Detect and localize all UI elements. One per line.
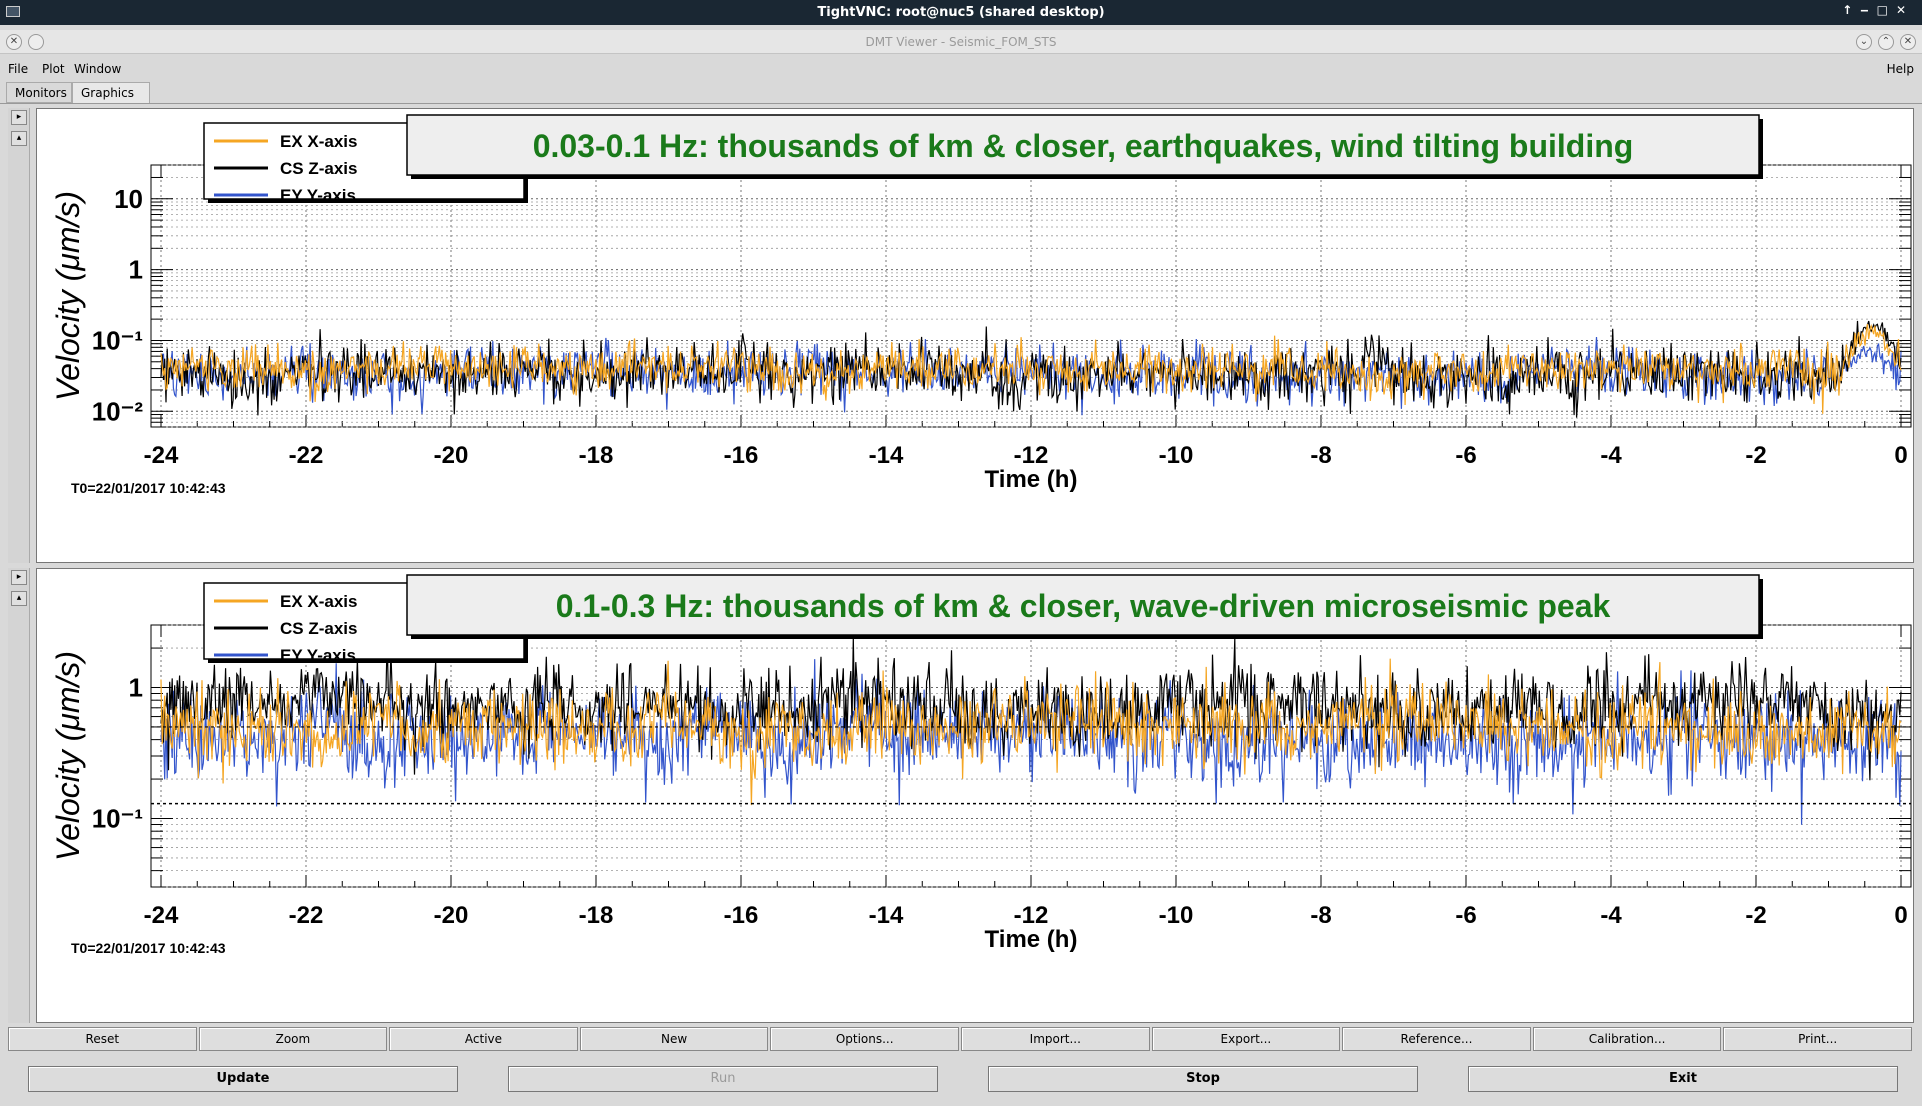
x-tick-label: -16 [724, 902, 759, 929]
x-tick-label: -24 [144, 442, 179, 469]
print-button[interactable]: Print... [1723, 1027, 1912, 1051]
x-tick-label: -8 [1310, 902, 1331, 929]
tab-monitors[interactable]: Monitors [6, 82, 72, 103]
y-tick-label: 10 [114, 184, 143, 214]
menu-window[interactable]: Window [74, 62, 121, 76]
x-axis-label: Time (h) [985, 466, 1078, 493]
plot-2-layer: -24 -22 -20 -18 -16 -14 -12 -10 -8 -6 -4 -2 0110⁻¹EX… [50, 574, 1912, 956]
update-button[interactable]: Update [28, 1066, 458, 1092]
exit-button[interactable]: Exit [1468, 1066, 1898, 1092]
x-tick-label: -6 [1455, 902, 1476, 929]
legend-label: CS Z-axis [280, 619, 357, 638]
x-tick-label: -6 [1455, 442, 1476, 469]
minimize-icon[interactable]: ⌄ [1856, 34, 1872, 50]
legend-label: EY Y-axis [280, 646, 356, 665]
pad-expand-button-2[interactable]: ▸ [11, 570, 27, 585]
y-axis-label: Velocity (μm/s) [50, 651, 86, 861]
pad-selector-strip-2 [8, 568, 30, 1023]
pad-collapse-button-2[interactable]: ▴ [11, 591, 27, 606]
vnc-titlebar: TightVNC: root@nuc5 (shared desktop) ↑‒□… [0, 0, 1922, 25]
plot-title: 0.1-0.3 Hz: thousands of km & closer, wa… [556, 588, 1611, 624]
import-button[interactable]: Import... [961, 1027, 1150, 1051]
x-tick-label: -22 [289, 442, 324, 469]
menu-help[interactable]: Help [1887, 62, 1914, 76]
new-button[interactable]: New [579, 1027, 769, 1051]
y-tick-label: 10⁻¹ [92, 804, 143, 834]
legend-label: EX X-axis [280, 592, 358, 611]
x-tick-label: -14 [869, 442, 904, 469]
menu-plot[interactable]: Plot [42, 62, 65, 76]
reference-button[interactable]: Reference... [1342, 1027, 1531, 1051]
x-tick-label: -10 [1159, 902, 1194, 929]
window-controls[interactable]: ↑‒□✕ [1842, 3, 1914, 17]
t0-label: T0=22/01/2017 10:42:43 [71, 940, 226, 956]
close-window-icon[interactable]: ✕ [1900, 34, 1916, 50]
app-titlebar: ✕ DMT Viewer - Seismic_FOM_STS ⌄ ⌃ ✕ [0, 30, 1922, 54]
x-tick-label: -10 [1159, 442, 1194, 469]
x-tick-label: -16 [724, 442, 759, 469]
pad-collapse-button-1[interactable]: ▴ [11, 131, 27, 146]
plot-pad-2[interactable]: -24 -22 -20 -18 -16 -14 -12 -10 -8 -6 -4 -2 0 1 10⁻¹ EX… [36, 568, 1914, 1023]
app-window-title: DMT Viewer - Seismic_FOM_STS [865, 35, 1057, 49]
t0-label: T0=22/01/2017 10:42:43 [71, 480, 226, 496]
y-tick-label: 1 [129, 673, 143, 703]
export-button[interactable]: Export... [1151, 1027, 1341, 1051]
x-tick-label: -4 [1600, 442, 1622, 469]
stop-button[interactable]: Stop [988, 1066, 1418, 1092]
x-tick-label: -8 [1310, 442, 1331, 469]
vnc-window-title: TightVNC: root@nuc5 (shared desktop) [817, 5, 1105, 20]
x-tick-label: 0 [1894, 902, 1907, 929]
x-tick-label: -14 [869, 902, 904, 929]
tab-graphics[interactable]: Graphics [72, 82, 150, 103]
plot-pad-1[interactable]: -24 -22 -20 -18 -16 -14 -12 -10 -8 -6 -4 -2 0 10 1 10⁻¹… [36, 108, 1914, 563]
y-tick-label: 10⁻¹ [92, 325, 143, 355]
menubar: File Plot Window Help [0, 58, 1922, 80]
reset-button[interactable]: Reset [8, 1027, 197, 1051]
zoom-button[interactable]: Zoom [198, 1027, 388, 1051]
toolbar-row: Reset Zoom Active New Options... Import... Exp… [8, 1027, 1914, 1051]
x-tick-label: -4 [1600, 902, 1622, 929]
x-tick-label: -20 [434, 902, 469, 929]
x-tick-label: -18 [579, 902, 614, 929]
x-tick-label: -20 [434, 442, 469, 469]
legend-label: CS Z-axis [280, 159, 357, 178]
y-axis-label: Velocity (μm/s) [50, 191, 86, 401]
calibration-button[interactable]: Calibration... [1532, 1027, 1722, 1051]
pad-expand-button-1[interactable]: ▸ [11, 110, 27, 125]
legend-label: EY Y-axis [280, 186, 356, 205]
control-row: Update Run Stop Exit [0, 1066, 1922, 1092]
x-axis-label: Time (h) [985, 926, 1078, 953]
y-tick-label: 1 [129, 255, 143, 285]
maximize-icon[interactable]: ⌃ [1878, 34, 1894, 50]
legend-label: EX X-axis [280, 132, 358, 151]
x-tick-label: -2 [1745, 902, 1766, 929]
options-button[interactable]: Options... [770, 1027, 959, 1051]
menu-file[interactable]: File [8, 62, 28, 76]
x-tick-label: -2 [1745, 442, 1766, 469]
x-tick-label: -12 [1014, 902, 1049, 929]
x-tick-label: -22 [289, 902, 324, 929]
y-tick-label: 10⁻² [92, 396, 144, 426]
run-button[interactable]: Run [508, 1066, 938, 1092]
active-button[interactable]: Active [389, 1027, 578, 1051]
x-tick-label: 0 [1894, 442, 1907, 469]
x-tick-label: -24 [144, 902, 179, 929]
plot-1-canvas: -24 -22 -20 -18 -16 -14 -12 -10 -8 -6 -4 -2 010110⁻¹… [50, 114, 1912, 496]
x-tick-label: -18 [579, 442, 614, 469]
pad-selector-strip-1 [8, 108, 30, 563]
x-tick-label: -12 [1014, 442, 1049, 469]
plot-2-canvas: -24 -22 -20 -18 -16 -14 -12 -10 -8 -6 -4 -2 0110⁻¹EX… [50, 574, 1912, 956]
plot-title: 0.03-0.1 Hz: thousands of km & closer, e… [533, 128, 1634, 164]
tab-divider [0, 103, 1922, 104]
plot-1-layer: -24 -22 -20 -18 -16 -14 -12 -10 -8 -6 -4 -2 010110⁻¹… [50, 114, 1912, 496]
